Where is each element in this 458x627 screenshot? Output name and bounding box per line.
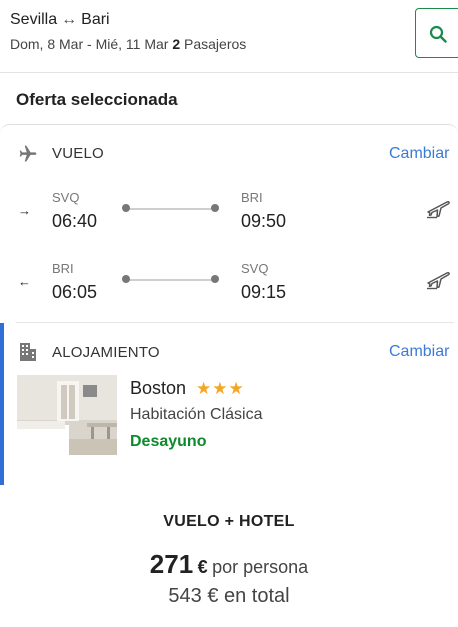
passengers-label: Pasajeros bbox=[184, 36, 247, 52]
package-title: VUELO + HOTEL bbox=[163, 513, 295, 530]
flight-leg-outbound: → SVQ 06:40 BRI 09:50 bbox=[0, 187, 458, 237]
route: Sevilla ↔ Bari bbox=[10, 11, 110, 29]
flight-leg-return: ← BRI 06:05 SVQ 09:15 bbox=[0, 258, 458, 308]
per-person-label: por persona bbox=[212, 557, 309, 577]
arrival-airport-code: BRI bbox=[241, 190, 263, 205]
outbound-direction-icon: → bbox=[18, 203, 31, 218]
search-icon bbox=[429, 25, 447, 43]
departure-time: 06:40 bbox=[52, 211, 98, 231]
trip-dates: Dom, 8 Mar - Mié, 11 Mar 2 Pasajeros bbox=[10, 36, 246, 52]
route-start-dot bbox=[122, 204, 130, 212]
arrival-airport-code: SVQ bbox=[241, 261, 269, 276]
origin-city: Sevilla bbox=[10, 11, 58, 28]
arrival-time: 09:50 bbox=[241, 211, 287, 231]
flight-section-label: VUELO bbox=[52, 145, 104, 162]
page-title: Oferta seleccionada bbox=[16, 90, 178, 109]
arrival-time: 09:15 bbox=[241, 282, 287, 302]
search-button[interactable] bbox=[415, 8, 458, 58]
total-label: en total bbox=[224, 585, 290, 607]
building-icon bbox=[20, 343, 36, 361]
board-type: Desayuno bbox=[130, 433, 207, 450]
return-direction-icon: ← bbox=[18, 274, 31, 289]
total-amount: 543 bbox=[168, 585, 202, 607]
swap-icon: ↔ bbox=[61, 11, 78, 28]
change-flight-link[interactable]: Cambiar bbox=[389, 145, 449, 163]
hotel-name[interactable]: Boston bbox=[130, 378, 186, 399]
date-range: Dom, 8 Mar - Mié, 11 Mar bbox=[10, 36, 169, 52]
change-hotel-link[interactable]: Cambiar bbox=[389, 343, 449, 361]
flight-route-line bbox=[126, 279, 216, 281]
price-currency: € bbox=[197, 557, 208, 577]
price-total: 543 € en total bbox=[0, 585, 458, 608]
plane-takeoff-icon bbox=[427, 272, 450, 290]
total-currency: € bbox=[207, 585, 219, 607]
search-summary-header: Sevilla ↔ Bari Dom, 8 Mar - Mié, 11 Mar 2 … bbox=[0, 0, 458, 73]
section-divider bbox=[16, 322, 454, 323]
departure-airport-code: BRI bbox=[52, 261, 74, 276]
room-type: Habitación Clásica bbox=[130, 406, 263, 423]
plane-takeoff-icon bbox=[427, 201, 450, 219]
route-end-dot bbox=[211, 275, 219, 283]
passengers-count: 2 bbox=[172, 36, 181, 52]
price-amount: 271 bbox=[149, 549, 194, 579]
departure-time: 06:05 bbox=[52, 282, 98, 302]
route-end-dot bbox=[211, 204, 219, 212]
plane-icon bbox=[19, 145, 37, 162]
route-start-dot bbox=[122, 275, 130, 283]
selected-indicator-bar bbox=[0, 323, 4, 485]
hotel-photo[interactable] bbox=[17, 375, 117, 455]
offer-card: VUELO Cambiar → SVQ 06:40 BRI 09:50 ← BR… bbox=[0, 124, 458, 627]
departure-airport-code: SVQ bbox=[52, 190, 80, 205]
accommodation-section-label: ALOJAMIENTO bbox=[52, 344, 160, 361]
flight-route-line bbox=[126, 208, 216, 210]
price-per-person: 271 € por persona bbox=[0, 549, 458, 580]
hotel-star-rating: ★★★ bbox=[196, 379, 245, 398]
destination-city: Bari bbox=[81, 11, 110, 28]
